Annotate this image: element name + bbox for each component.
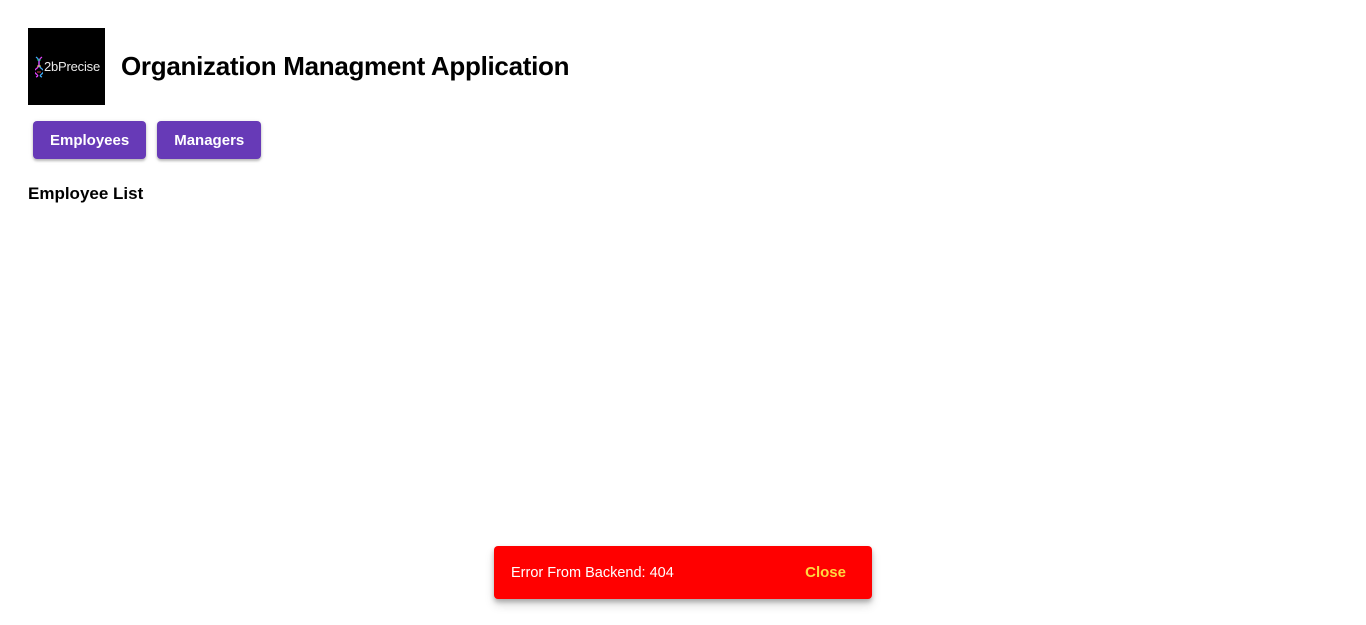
page: 2bPrecise Organization Managment Applica…: [0, 0, 1366, 625]
dna-icon: [34, 55, 43, 78]
main-nav: Employees Managers: [33, 121, 262, 159]
close-button[interactable]: Close: [789, 556, 862, 589]
app-title: Organization Managment Application: [121, 51, 570, 81]
logo-text: 2bPrecise: [43, 59, 100, 74]
error-snackbar: Error From Backend: 404 Close: [494, 546, 872, 599]
employees-button[interactable]: Employees: [33, 121, 147, 159]
logo: 2bPrecise: [28, 28, 105, 105]
app-header: 2bPrecise Organization Managment Applica…: [28, 28, 570, 105]
managers-button[interactable]: Managers: [157, 121, 262, 159]
snackbar-message: Error From Backend: 404: [511, 564, 674, 581]
section-title: Employee List: [28, 184, 144, 203]
